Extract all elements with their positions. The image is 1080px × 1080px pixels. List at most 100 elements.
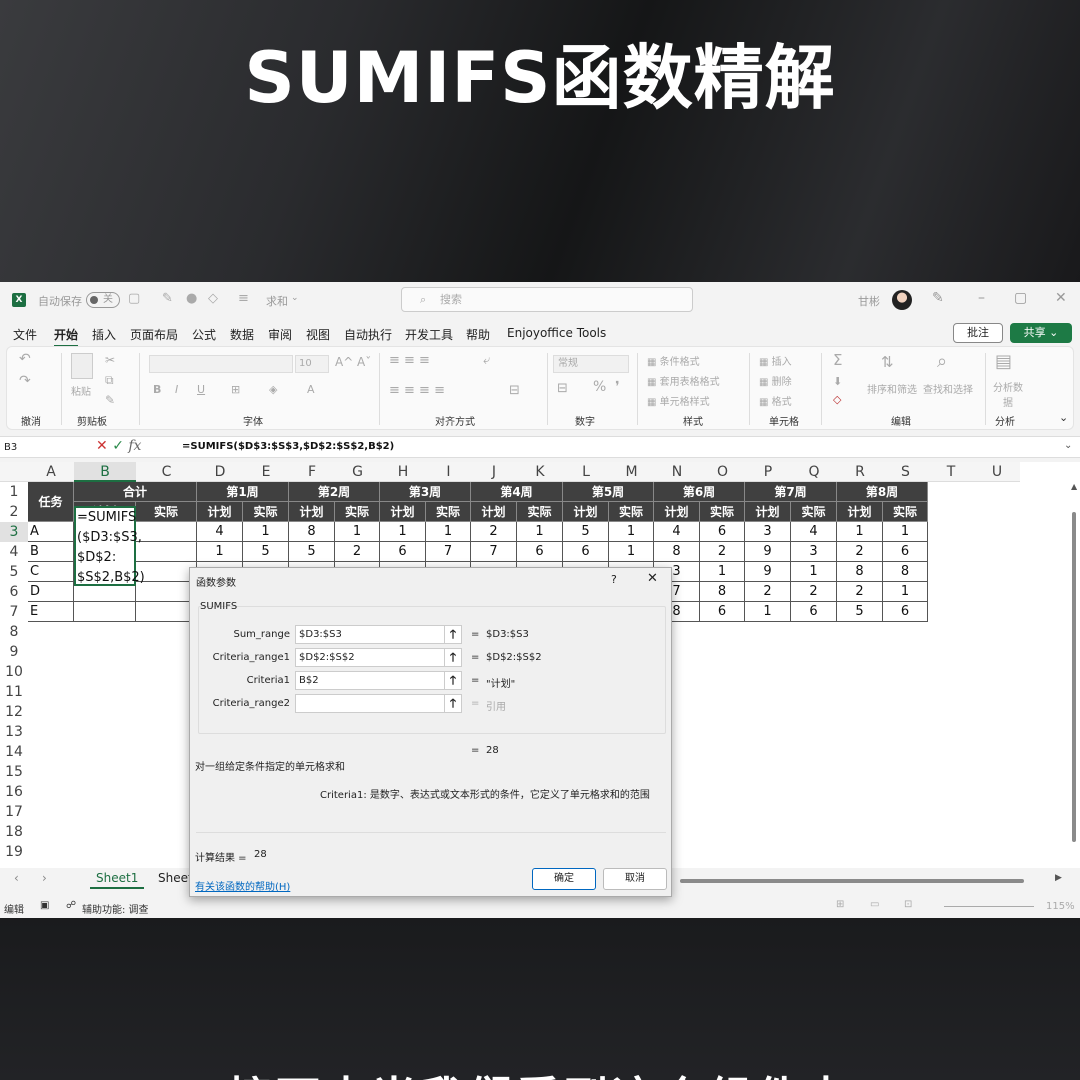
- ok-button[interactable]: 确定: [532, 868, 596, 890]
- column-header-g[interactable]: G: [335, 462, 380, 482]
- customize-icon[interactable]: ≡: [238, 291, 249, 306]
- header-week[interactable]: 第6周: [654, 482, 745, 502]
- normal-view-icon[interactable]: ⊞: [836, 899, 844, 910]
- value-cell[interactable]: 7: [426, 542, 471, 562]
- tab-view[interactable]: 视图: [306, 326, 330, 343]
- column-header-c[interactable]: C: [136, 462, 197, 482]
- editing-cell-b3[interactable]: =SUMIFS ($D3:$S3, $D$2: $S$2,B$2): [74, 506, 145, 586]
- column-header-d[interactable]: D: [197, 462, 243, 482]
- expand-formula-icon[interactable]: ⌄: [1064, 440, 1072, 451]
- paste-icon[interactable]: [71, 353, 93, 379]
- row-header-11[interactable]: 11: [0, 682, 28, 702]
- accessibility-status[interactable]: 辅助功能: 调查: [82, 901, 149, 916]
- header-week[interactable]: 第3周: [380, 482, 471, 502]
- zoom-slider[interactable]: [944, 906, 1034, 907]
- collapse-dialog-icon[interactable]: 🡑: [444, 625, 462, 644]
- total-actual-cell[interactable]: [136, 562, 197, 582]
- column-header-u[interactable]: U: [974, 462, 1020, 482]
- value-cell[interactable]: 2: [700, 542, 745, 562]
- help-icon[interactable]: ?: [611, 573, 617, 586]
- header-actual[interactable]: 实际: [426, 502, 471, 522]
- collapse-ribbon-icon[interactable]: ⌄: [1059, 411, 1068, 424]
- copy-icon[interactable]: ⧉: [105, 373, 114, 388]
- tab-formulas[interactable]: 公式: [192, 326, 216, 343]
- value-cell[interactable]: 8: [883, 562, 928, 582]
- save-icon[interactable]: ▢: [128, 291, 140, 306]
- cancel-icon[interactable]: ✕: [96, 438, 108, 454]
- pen-icon[interactable]: ✎: [932, 290, 944, 306]
- select-all-corner[interactable]: [0, 462, 28, 482]
- header-plan[interactable]: 计划: [380, 502, 426, 522]
- font-color-icon[interactable]: A: [307, 383, 315, 396]
- doc-dropdown-icon[interactable]: ⌄: [291, 293, 299, 303]
- task-name-cell[interactable]: E: [28, 602, 74, 622]
- value-cell[interactable]: 1: [517, 522, 563, 542]
- total-actual-cell[interactable]: [136, 522, 197, 542]
- header-plan[interactable]: 计划: [837, 502, 883, 522]
- border-icon[interactable]: ⊞: [231, 383, 240, 396]
- tab-page-layout[interactable]: 页面布局: [130, 326, 178, 343]
- value-cell[interactable]: 6: [380, 542, 426, 562]
- shape-icon[interactable]: ◇: [208, 291, 218, 306]
- row-header-8[interactable]: 8: [0, 622, 28, 642]
- value-cell[interactable]: 2: [837, 582, 883, 602]
- column-header-e[interactable]: E: [243, 462, 289, 482]
- column-header-s[interactable]: S: [883, 462, 928, 482]
- column-header-m[interactable]: M: [609, 462, 654, 482]
- row-header-16[interactable]: 16: [0, 782, 28, 802]
- value-cell[interactable]: 6: [883, 602, 928, 622]
- comment-button[interactable]: 批注: [953, 323, 1003, 343]
- collapse-dialog-icon[interactable]: 🡑: [444, 648, 462, 667]
- header-week[interactable]: 第4周: [471, 482, 563, 502]
- value-cell[interactable]: 1: [700, 562, 745, 582]
- redo-icon[interactable]: ↷: [19, 373, 31, 389]
- value-cell[interactable]: 9: [745, 562, 791, 582]
- column-header-l[interactable]: L: [563, 462, 609, 482]
- row-header-19[interactable]: 19: [0, 842, 28, 862]
- tab-data[interactable]: 数据: [230, 326, 254, 343]
- header-week[interactable]: 第8周: [837, 482, 928, 502]
- value-cell[interactable]: 2: [837, 542, 883, 562]
- increase-font-icon[interactable]: A^: [335, 355, 353, 369]
- search-input[interactable]: ⌕ 搜索: [401, 287, 693, 312]
- tab-help[interactable]: 帮助: [466, 326, 490, 343]
- format-as-table-button[interactable]: ▦ 套用表格格式: [647, 373, 720, 388]
- row-header-7[interactable]: 7: [0, 602, 28, 622]
- task-name-cell[interactable]: D: [28, 582, 74, 602]
- task-name-cell[interactable]: B: [28, 542, 74, 562]
- value-cell[interactable]: 1: [837, 522, 883, 542]
- header-actual[interactable]: 实际: [700, 502, 745, 522]
- value-cell[interactable]: 2: [335, 542, 380, 562]
- column-header-o[interactable]: O: [700, 462, 745, 482]
- row-header-18[interactable]: 18: [0, 822, 28, 842]
- font-family-select[interactable]: [149, 355, 293, 373]
- value-cell[interactable]: 1: [426, 522, 471, 542]
- value-cell[interactable]: 5: [563, 522, 609, 542]
- header-plan[interactable]: 计划: [289, 502, 335, 522]
- header-week[interactable]: 第5周: [563, 482, 654, 502]
- header-actual[interactable]: 实际: [243, 502, 289, 522]
- total-actual-cell[interactable]: [136, 602, 197, 622]
- value-cell[interactable]: 5: [837, 602, 883, 622]
- header-plan[interactable]: 计划: [563, 502, 609, 522]
- value-cell[interactable]: 1: [883, 582, 928, 602]
- task-name-cell[interactable]: A: [28, 522, 74, 542]
- conditional-format-button[interactable]: ▦ 条件格式: [647, 353, 700, 368]
- tab-home[interactable]: 开始: [54, 326, 79, 347]
- value-cell[interactable]: 8: [700, 582, 745, 602]
- value-cell[interactable]: 2: [471, 522, 517, 542]
- name-box[interactable]: B3: [4, 439, 90, 456]
- value-cell[interactable]: 6: [700, 522, 745, 542]
- column-header-r[interactable]: R: [837, 462, 883, 482]
- column-header-k[interactable]: K: [517, 462, 563, 482]
- column-header-b[interactable]: B: [74, 462, 136, 482]
- cell-styles-button[interactable]: ▦ 单元格样式: [647, 393, 710, 408]
- value-cell[interactable]: 1: [243, 522, 289, 542]
- row-header-15[interactable]: 15: [0, 762, 28, 782]
- confirm-icon[interactable]: ✓: [112, 438, 124, 454]
- header-week[interactable]: 第2周: [289, 482, 380, 502]
- tab-developer[interactable]: 开发工具: [405, 326, 453, 343]
- analyze-data-icon[interactable]: ▤: [995, 351, 1012, 372]
- autosave-toggle[interactable]: 关: [86, 292, 120, 308]
- value-cell[interactable]: 1: [745, 602, 791, 622]
